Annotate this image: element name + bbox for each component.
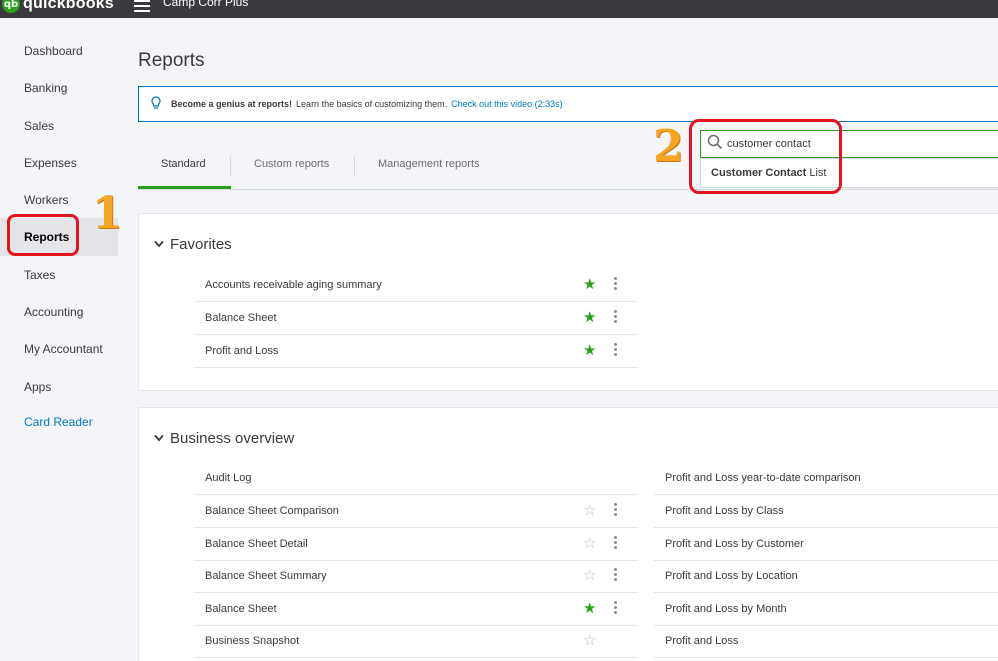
- more-options-icon[interactable]: [614, 503, 617, 518]
- report-row[interactable]: Profit and Loss year-to-date comparison: [654, 462, 998, 495]
- report-name[interactable]: Accounts receivable aging summary: [205, 279, 382, 291]
- sidebar-item-my-accountant[interactable]: My Accountant: [24, 339, 103, 359]
- tab-active-underline: [138, 186, 231, 189]
- star-outline-icon[interactable]: ☆: [583, 536, 596, 551]
- star-filled-icon[interactable]: ★: [583, 277, 596, 292]
- favorites-title: Favorites: [170, 236, 232, 253]
- report-row[interactable]: Profit and Loss by Month: [654, 593, 998, 626]
- report-row[interactable]: Balance Sheet Summary ☆: [194, 560, 638, 593]
- annotation-number-2: 2: [653, 121, 684, 172]
- chevron-down-icon: [154, 239, 164, 251]
- star-outline-icon[interactable]: ☆: [583, 633, 596, 648]
- annotation-box-reports: [7, 214, 79, 256]
- report-row[interactable]: Balance Sheet Detail ☆: [194, 528, 638, 561]
- report-name[interactable]: Balance Sheet: [205, 603, 277, 615]
- sidebar-item-taxes[interactable]: Taxes: [24, 265, 55, 285]
- more-options-icon[interactable]: [614, 601, 617, 616]
- tip-banner: Become a genius at reports! Learn the ba…: [138, 86, 998, 122]
- star-filled-icon[interactable]: ★: [583, 343, 596, 358]
- page-title: Reports: [138, 50, 205, 71]
- report-row[interactable]: Profit and Loss by Location: [654, 560, 998, 593]
- chevron-down-icon: [154, 433, 164, 445]
- more-options-icon[interactable]: [614, 310, 617, 325]
- quickbooks-logo[interactable]: qb quickbooks: [2, 0, 114, 13]
- more-options-icon[interactable]: [614, 568, 617, 583]
- report-row[interactable]: Accounts receivable aging summary ★: [194, 269, 638, 302]
- quickbooks-logo-icon: qb: [2, 0, 20, 13]
- lightbulb-icon: [151, 95, 161, 113]
- report-name[interactable]: Balance Sheet: [205, 312, 277, 324]
- banner-video-link[interactable]: Check out this video (2:33s): [451, 99, 563, 109]
- tab-divider: [230, 156, 231, 176]
- business-overview-header[interactable]: Business overview: [154, 430, 294, 447]
- tab-standard[interactable]: Standard: [161, 158, 206, 170]
- hamburger-menu-icon[interactable]: [134, 0, 150, 12]
- tab-divider: [354, 156, 355, 176]
- report-row[interactable]: Audit Log: [194, 462, 638, 495]
- report-name[interactable]: Business Snapshot: [205, 635, 299, 647]
- report-row[interactable]: Balance Sheet ★: [194, 593, 638, 626]
- report-row[interactable]: Profit and Loss: [654, 625, 998, 658]
- report-row[interactable]: Profit and Loss by Customer: [654, 528, 998, 561]
- favorites-section: Favorites Accounts receivable aging summ…: [138, 213, 998, 391]
- report-name[interactable]: Profit and Loss by Location: [665, 570, 798, 582]
- sidebar-item-sales[interactable]: Sales: [24, 116, 54, 136]
- banner-headline: Become a genius at reports!: [171, 99, 293, 109]
- sidebar-item-dashboard[interactable]: Dashboard: [24, 41, 83, 61]
- star-filled-icon[interactable]: ★: [583, 310, 596, 325]
- sidebar-item-expenses[interactable]: Expenses: [24, 153, 77, 173]
- report-name[interactable]: Profit and Loss by Class: [665, 505, 784, 517]
- tab-management-reports[interactable]: Management reports: [378, 158, 480, 170]
- sidebar-item-accounting[interactable]: Accounting: [24, 302, 83, 322]
- sidebar: Dashboard Banking Sales Expenses Workers…: [0, 18, 118, 661]
- business-overview-section: Business overview Audit Log Balance Shee…: [138, 407, 998, 661]
- sidebar-item-apps[interactable]: Apps: [24, 377, 51, 397]
- top-bar: qb quickbooks Camp Corr Plus: [0, 0, 998, 18]
- sidebar-item-workers[interactable]: Workers: [24, 190, 68, 210]
- report-row[interactable]: Profit and Loss by Class: [654, 495, 998, 528]
- report-row[interactable]: Profit and Loss ★: [194, 335, 638, 368]
- report-name[interactable]: Balance Sheet Summary: [205, 570, 327, 582]
- report-name[interactable]: Profit and Loss: [665, 635, 738, 647]
- company-name: Camp Corr Plus: [163, 0, 249, 9]
- report-name[interactable]: Profit and Loss year-to-date comparison: [665, 472, 861, 484]
- star-outline-icon[interactable]: ☆: [583, 568, 596, 583]
- banner-text: Learn the basics of customizing them.: [296, 99, 448, 109]
- tab-custom-reports[interactable]: Custom reports: [254, 158, 329, 170]
- report-name[interactable]: Profit and Loss: [205, 345, 278, 357]
- more-options-icon[interactable]: [614, 343, 617, 358]
- sidebar-item-card-reader[interactable]: Card Reader: [24, 412, 93, 432]
- quickbooks-logo-text: quickbooks: [23, 0, 114, 12]
- report-name[interactable]: Balance Sheet Comparison: [205, 505, 339, 517]
- report-name[interactable]: Profit and Loss by Customer: [665, 538, 804, 550]
- annotation-number-1: 1: [92, 188, 123, 239]
- report-row[interactable]: Balance Sheet Comparison ☆: [194, 495, 638, 528]
- more-options-icon[interactable]: [614, 277, 617, 292]
- report-row[interactable]: Business Snapshot ☆: [194, 625, 638, 658]
- report-name[interactable]: Profit and Loss by Month: [665, 603, 787, 615]
- more-options-icon[interactable]: [614, 536, 617, 551]
- annotation-box-search: [689, 119, 842, 194]
- sidebar-item-banking[interactable]: Banking: [24, 78, 67, 98]
- star-outline-icon[interactable]: ☆: [583, 503, 596, 518]
- report-name[interactable]: Balance Sheet Detail: [205, 538, 308, 550]
- star-filled-icon[interactable]: ★: [583, 601, 596, 616]
- report-row[interactable]: Balance Sheet ★: [194, 302, 638, 335]
- business-overview-title: Business overview: [170, 430, 295, 447]
- report-name[interactable]: Audit Log: [205, 472, 251, 484]
- favorites-header[interactable]: Favorites: [154, 236, 232, 253]
